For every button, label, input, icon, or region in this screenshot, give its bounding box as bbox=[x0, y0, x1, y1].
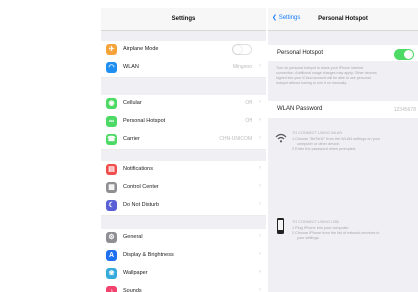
settings-item-general[interactable]: ⚙ General › bbox=[101, 229, 266, 248]
moon-icon: ☾ bbox=[106, 200, 117, 211]
airplane-mode-toggle[interactable] bbox=[232, 44, 252, 55]
settings-item-sounds[interactable]: ♪ Sounds › bbox=[101, 283, 266, 292]
settings-item-airplane-mode[interactable]: ✈ Airplane Mode bbox=[101, 41, 266, 60]
settings-item-value: CHN-UNICOM bbox=[219, 136, 252, 142]
settings-item-notifications[interactable]: ▤ Notifications › bbox=[101, 161, 266, 180]
display-icon: A bbox=[106, 250, 117, 261]
settings-item-carrier[interactable]: ☎ Carrier CHN-UNICOM › bbox=[101, 131, 266, 150]
chevron-right-icon: › bbox=[259, 117, 261, 123]
cellular-icon: ◉ bbox=[106, 98, 117, 109]
settings-item-do-not-disturb[interactable]: ☾ Do Not Disturb › bbox=[101, 197, 266, 216]
settings-item-label: Carrier bbox=[123, 136, 140, 142]
chevron-right-icon: › bbox=[259, 201, 261, 207]
description-line: hotspot without having to turn it on man… bbox=[276, 81, 347, 85]
settings-item-label: Wallpaper bbox=[123, 270, 148, 276]
chevron-right-icon: › bbox=[259, 99, 261, 105]
settings-item-label: General bbox=[123, 234, 143, 240]
chevron-right-icon: › bbox=[259, 287, 261, 292]
settings-item-label: Do Not Disturb bbox=[123, 202, 160, 208]
hotspot-panel: ❮ Settings Personal Hotspot Personal Hot… bbox=[268, 8, 418, 292]
settings-item-label: Control Center bbox=[123, 184, 159, 190]
settings-item-label: WLAN bbox=[123, 64, 139, 70]
hotspot-navbar: ❮ Settings Personal Hotspot bbox=[268, 8, 418, 31]
notifications-icon: ▤ bbox=[106, 164, 117, 175]
page-title: Personal Hotspot bbox=[318, 16, 368, 22]
page-title: Settings bbox=[171, 16, 196, 22]
settings-item-label: Airplane Mode bbox=[123, 46, 159, 52]
settings-item-display-and-brightness[interactable]: A Display & Brightness › bbox=[101, 247, 266, 266]
chevron-right-icon: › bbox=[259, 183, 261, 189]
wlan-password-label: WLAN Password bbox=[277, 106, 323, 112]
hotspot-toggle-label: Personal Hotspot bbox=[277, 50, 324, 56]
sounds-icon: ♪ bbox=[106, 286, 117, 292]
chevron-right-icon: › bbox=[259, 135, 261, 141]
wlan-section-title: TO CONNECT USING WLAN bbox=[292, 131, 343, 135]
chevron-right-icon: › bbox=[259, 251, 261, 257]
wifi-icon: ◠ bbox=[106, 62, 117, 73]
chevron-right-icon: › bbox=[259, 233, 261, 239]
hotspot-description: Turn on personal hotspot to share your i… bbox=[276, 66, 416, 86]
settings-item-value: Mingooo bbox=[232, 64, 252, 70]
settings-item-wlan[interactable]: ◠ WLAN Mingooo › bbox=[101, 59, 266, 78]
usb-instruction: your settings. bbox=[297, 236, 320, 240]
settings-item-label: Personal Hotspot bbox=[123, 118, 166, 124]
airplane-icon: ✈ bbox=[106, 44, 117, 55]
settings-item-wallpaper[interactable]: ❀ Wallpaper › bbox=[101, 265, 266, 284]
settings-item-value: Off bbox=[245, 100, 252, 106]
settings-panel: Settings ✈ Airplane Mode ◠ WLAN Mingooo › ◉ Cel… bbox=[101, 8, 266, 292]
settings-navbar: Settings bbox=[101, 8, 266, 31]
wlan-instruction: 2 Enter the password when prompted. bbox=[292, 147, 357, 151]
wifi-icon bbox=[275, 133, 287, 143]
settings-item-personal-hotspot[interactable]: ∞ Personal Hotspot Off › bbox=[101, 113, 266, 132]
settings-item-label: Display & Brightness bbox=[123, 252, 174, 258]
settings-item-label: Cellular bbox=[123, 100, 142, 106]
usb-section-title: TO CONNECT USING USB bbox=[292, 220, 339, 224]
phone-icon: ☎ bbox=[106, 134, 117, 145]
wallpaper-icon: ❀ bbox=[106, 268, 117, 279]
hotspot-toggle[interactable] bbox=[394, 49, 414, 60]
settings-item-value: Off bbox=[245, 118, 252, 124]
wlan-password-value: 12345678 bbox=[393, 107, 416, 113]
settings-item-cellular[interactable]: ◉ Cellular Off › bbox=[101, 95, 266, 114]
settings-item-label: Sounds bbox=[123, 288, 142, 292]
settings-item-label: Notifications bbox=[123, 166, 153, 172]
hotspot-toggle-row: Personal Hotspot bbox=[268, 45, 418, 61]
chevron-right-icon: › bbox=[259, 165, 261, 171]
chevron-right-icon: › bbox=[259, 63, 261, 69]
control-center-icon: ▦ bbox=[106, 182, 117, 193]
hotspot-icon: ∞ bbox=[106, 116, 117, 127]
gear-icon: ⚙ bbox=[106, 232, 117, 243]
wlan-password-row[interactable]: WLAN Password 12345678 bbox=[268, 101, 418, 118]
usb-iphone-icon bbox=[277, 218, 284, 234]
settings-item-control-center[interactable]: ▦ Control Center › bbox=[101, 179, 266, 198]
chevron-right-icon: › bbox=[259, 269, 261, 275]
